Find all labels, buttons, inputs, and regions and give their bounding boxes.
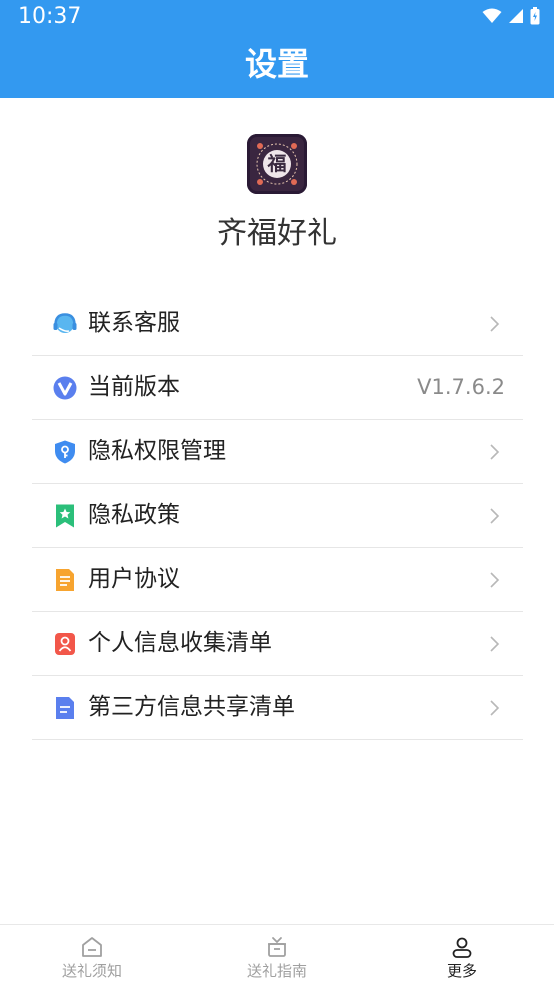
settings-menu: 联系客服 当前版本 V1.7.6.2 隐私权限管理 隐私政策 用户协议 个人信息…: [32, 292, 523, 740]
chevron-right-icon: [490, 636, 500, 652]
status-time: 10:37: [18, 4, 82, 29]
menu-item-privacy-permissions[interactable]: 隐私权限管理: [32, 420, 523, 484]
wifi-icon: [482, 8, 502, 23]
tab-label: 送礼须知: [61, 962, 122, 980]
page-title: 设置: [244, 45, 309, 83]
tab-label: 送礼指南: [246, 962, 307, 980]
app-logo: 福: [247, 134, 307, 194]
tab-gift-notice[interactable]: 送礼须知: [0, 925, 184, 985]
tab-gift-guide[interactable]: 送礼指南: [185, 925, 369, 985]
document-icon: [56, 569, 74, 591]
gift-icon: [268, 937, 286, 957]
chevron-right-icon: [490, 700, 500, 716]
version-value: V1.7.6.2: [417, 375, 505, 399]
chevron-right-icon: [490, 444, 500, 460]
status-bar: 10:37: [0, 0, 554, 34]
menu-item-label: 联系客服: [88, 310, 180, 336]
menu-item-label: 隐私政策: [88, 502, 180, 528]
menu-item-label: 隐私权限管理: [88, 438, 226, 464]
menu-item-third-party-sharing-list[interactable]: 第三方信息共享清单: [32, 676, 523, 740]
tab-label: 更多: [446, 962, 477, 980]
signal-icon: [509, 9, 523, 23]
menu-item-customer-service[interactable]: 联系客服: [32, 292, 523, 356]
menu-item-current-version[interactable]: 当前版本 V1.7.6.2: [32, 356, 523, 420]
menu-item-user-agreement[interactable]: 用户协议: [32, 548, 523, 612]
person-card-icon: [55, 633, 75, 655]
menu-item-personal-info-list[interactable]: 个人信息收集清单: [32, 612, 523, 676]
menu-item-label: 个人信息收集清单: [88, 630, 272, 656]
version-icon: [53, 376, 77, 400]
headset-icon: [53, 313, 77, 333]
user-icon: [452, 937, 472, 958]
menu-item-label: 当前版本: [88, 374, 180, 400]
app-header: 10:37 设置: [0, 0, 554, 98]
menu-item-label: 第三方信息共享清单: [88, 694, 295, 720]
bottom-tab-bar: 送礼须知 送礼指南 更多: [0, 924, 554, 985]
tab-more[interactable]: 更多: [370, 925, 554, 985]
chevron-right-icon: [490, 572, 500, 588]
logo-character: 福: [267, 153, 287, 175]
menu-item-label: 用户协议: [88, 566, 180, 592]
bookmark-icon: [56, 504, 74, 528]
status-icons: [482, 7, 540, 25]
chevron-right-icon: [490, 508, 500, 524]
battery-icon: [530, 7, 540, 25]
shield-icon: [55, 440, 75, 464]
home-icon: [82, 937, 102, 957]
app-name: 齐福好礼: [217, 216, 337, 251]
file-icon: [56, 697, 74, 719]
chevron-right-icon: [490, 316, 500, 332]
menu-item-privacy-policy[interactable]: 隐私政策: [32, 484, 523, 548]
